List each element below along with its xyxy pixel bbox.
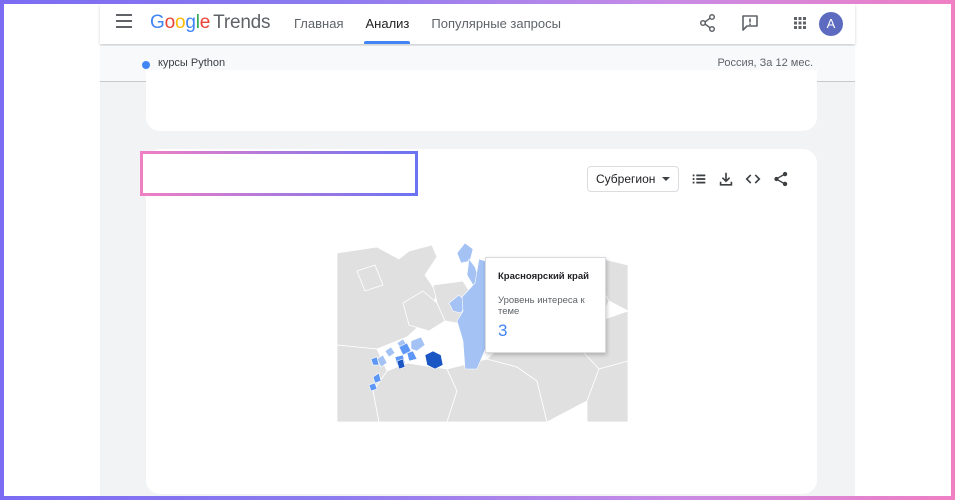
subregion-interest-widget: Популярность по субрегионам Субрегион Кр… (146, 149, 817, 494)
top-app-bar: Google Trends Главная Анализ Популярные з… (100, 4, 855, 44)
logo-google-word: Google (150, 12, 211, 33)
search-term-label[interactable]: курсы Python (158, 57, 225, 69)
google-trends-logo[interactable]: Google Trends (150, 12, 271, 34)
tooltip-region-name: Красноярский край (498, 271, 589, 282)
nav-tab-explore[interactable]: Анализ (354, 4, 420, 44)
account-avatar[interactable]: A (819, 12, 843, 36)
embed-icon[interactable] (744, 170, 762, 188)
resolution-select-value: Субрегион (596, 172, 656, 186)
widget-title: Популярность по субрегионам (170, 172, 369, 188)
hamburger-menu-icon[interactable] (116, 14, 132, 28)
google-trends-app: Google Trends Главная Анализ Популярные з… (100, 4, 855, 496)
logo-product-name: Trends (213, 12, 271, 33)
tooltip-metric-label: Уровень интереса к теме (498, 295, 585, 317)
help-icon[interactable] (382, 170, 399, 187)
main-nav: Главная Анализ Популярные запросы (283, 4, 572, 44)
term-color-dot (142, 61, 150, 69)
nav-tab-home[interactable]: Главная (283, 4, 354, 44)
dropdown-caret-icon (662, 177, 670, 181)
screenshot-frame: Google Trends Главная Анализ Популярные з… (4, 4, 951, 496)
list-icon[interactable] (690, 170, 708, 188)
resolution-select[interactable]: Субрегион (587, 166, 679, 192)
apps-icon[interactable] (790, 13, 810, 33)
tooltip-metric-value: 3 (498, 321, 508, 340)
nav-tab-trending[interactable]: Популярные запросы (420, 4, 572, 44)
region-period-label[interactable]: Россия, За 12 мес. (717, 57, 813, 69)
feedback-icon[interactable] (740, 13, 760, 33)
share-icon[interactable] (698, 13, 718, 33)
map-region-tooltip: Красноярский край Уровень интереса к тем… (485, 257, 606, 353)
download-icon[interactable] (717, 170, 735, 188)
previous-widget-card (146, 70, 817, 131)
share-icon[interactable] (772, 170, 790, 188)
